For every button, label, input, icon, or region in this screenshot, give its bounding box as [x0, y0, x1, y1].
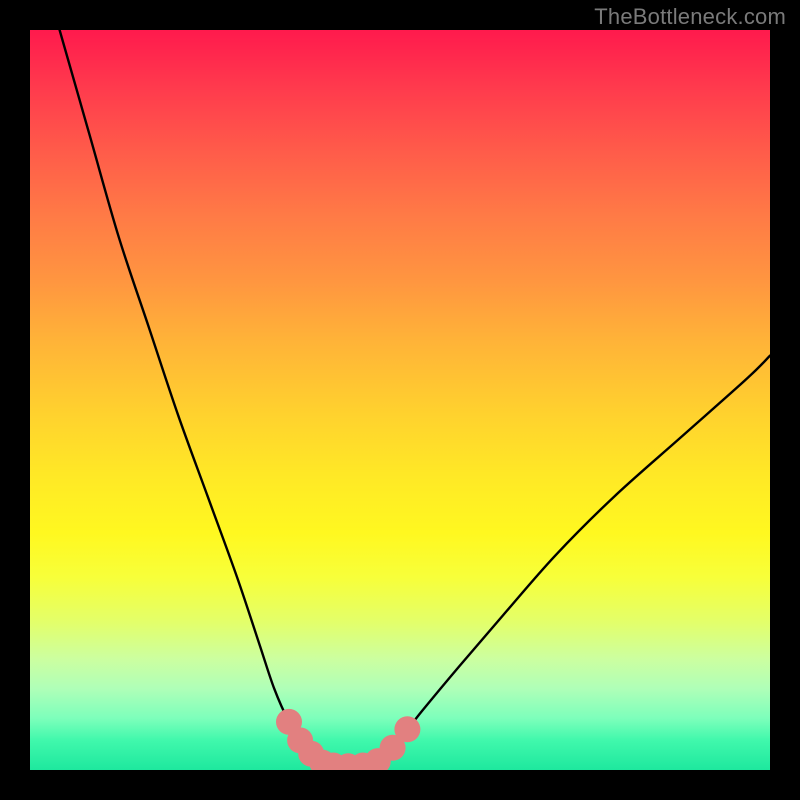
highlight-markers [276, 709, 420, 770]
marker-layer [30, 30, 770, 770]
outer-frame: TheBottleneck.com [0, 0, 800, 800]
plot-area [30, 30, 770, 770]
highlight-dot [394, 716, 420, 742]
watermark-text: TheBottleneck.com [594, 4, 786, 30]
